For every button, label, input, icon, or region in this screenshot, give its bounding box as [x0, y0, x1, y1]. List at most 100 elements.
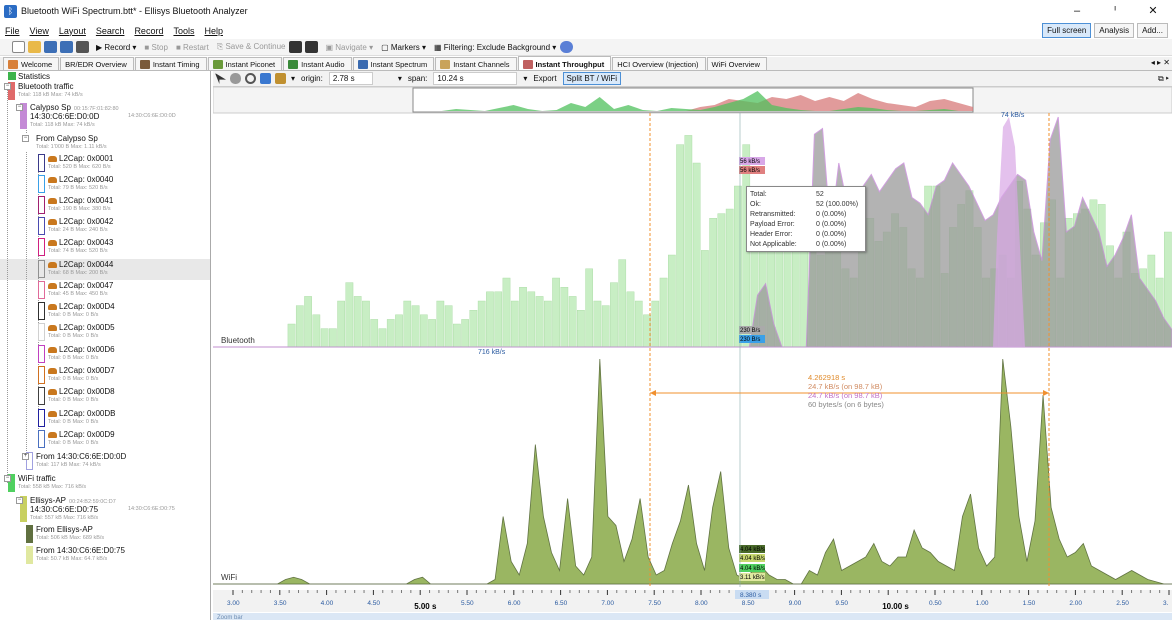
- tree-node-stats: Total: 68 B Max: 200 B/s: [48, 270, 108, 276]
- color-swatch: [38, 238, 45, 256]
- span-unit-dropdown[interactable]: ▾: [523, 74, 527, 83]
- throughput-chart[interactable]: Bluetooth 74 kB/s 56 kB/s 56 kB/s 230 B/s 230…: [213, 87, 1172, 620]
- close-button[interactable]: ✕: [1134, 0, 1172, 22]
- tab-welcome[interactable]: Welcome: [3, 57, 60, 70]
- tab-scroll-arrows[interactable]: ◂ ▸ ✕: [1151, 58, 1170, 67]
- export-button[interactable]: Export: [533, 74, 556, 83]
- hand-icon[interactable]: [230, 73, 241, 84]
- tool-icon[interactable]: [289, 41, 303, 53]
- analysis-button[interactable]: Analysis: [1094, 23, 1135, 38]
- tab-instant-timing[interactable]: Instant Timing: [134, 57, 207, 70]
- expand-toggle[interactable]: +: [22, 453, 29, 460]
- menu-tools[interactable]: Tools: [173, 26, 194, 36]
- tooltip-key: Payload Error:: [750, 220, 795, 228]
- navigate-button[interactable]: ▣ Navigate ▾: [325, 43, 373, 52]
- menu-view[interactable]: View: [30, 26, 49, 36]
- menu-file[interactable]: File: [5, 26, 20, 36]
- collapse-toggle[interactable]: −: [16, 497, 23, 504]
- split-bt-wifi-button[interactable]: Split BT / WiFi: [562, 72, 622, 85]
- tree-node-statistics[interactable]: Statistics: [8, 71, 51, 81]
- tab-instant-throughput[interactable]: Instant Throughput: [517, 56, 612, 70]
- tab-hci-overview[interactable]: HCI Overview (Injection): [612, 57, 706, 70]
- tree-node-l2cap-0x0001[interactable]: L2Cap: 0x0001 Total: 520 B Max: 620 B/s: [38, 153, 113, 172]
- zoom-bar[interactable]: [213, 613, 1172, 620]
- tree-node-from-calypso-sp[interactable]: From Calypso Sp Total: 1'000 B Max: 1.11 …: [26, 133, 107, 152]
- tool-icon[interactable]: [305, 41, 319, 53]
- bluetooth-bar: [676, 144, 684, 348]
- tree-node-l2cap-0x00d9[interactable]: L2Cap: 0x00D9 Total: 0 B Max: 0 B/s: [38, 429, 115, 448]
- stop-button[interactable]: ■ Stop: [144, 43, 168, 52]
- color-swatch: [38, 430, 45, 448]
- tree-node-l2cap-0x0042[interactable]: L2Cap: 0x0042 Total: 24 B Max: 240 B/s: [38, 216, 113, 235]
- tree-node-wifi-traffic[interactable]: WiFi traffic Total: 558 kB Max: 716 kB/s: [8, 473, 86, 492]
- tree-node-l2cap-0x0040[interactable]: L2Cap: 0x0040 Total: 79 B Max: 520 B/s: [38, 174, 113, 193]
- tree-node-l2cap-0x0044[interactable]: L2Cap: 0x0044 Total: 68 B Max: 200 B/s: [38, 259, 113, 278]
- add-view-button[interactable]: Add...: [1137, 23, 1168, 38]
- tree-node-stats: Total: 0 B Max: 0 B/s: [48, 312, 99, 318]
- tree-node-from-14-30-c6-6e-d0-75[interactable]: From 14:30:C6:6E:D0:75 Total: 50.7 kB Max…: [26, 545, 125, 564]
- save-icon[interactable]: [44, 41, 57, 53]
- zoom-icon[interactable]: [245, 73, 256, 84]
- tree-node-bluetooth-traffic[interactable]: Bluetooth traffic Total: 118 kB Max: 74 k…: [8, 81, 83, 100]
- save-continue-button[interactable]: ⎘ Save & Continue: [217, 42, 286, 52]
- markers-button[interactable]: ▢ Markers ▾: [381, 43, 426, 52]
- chart-type-dropdown[interactable]: ▾: [291, 74, 295, 83]
- menu-search[interactable]: Search: [96, 26, 125, 36]
- bt-rate-label: 56 kB/s: [740, 168, 760, 174]
- tree-node-l2cap-0x00d8[interactable]: L2Cap: 0x00D8 Total: 0 B Max: 0 B/s: [38, 386, 115, 405]
- menu-layout[interactable]: Layout: [59, 26, 86, 36]
- collapse-toggle[interactable]: −: [22, 135, 29, 142]
- tree-node-label: From 14:30:C6:6E:D0:0D: [36, 452, 127, 461]
- tree-node-label: Statistics: [18, 72, 51, 81]
- pointer-icon[interactable]: [215, 73, 226, 84]
- bluetooth-bar: [477, 300, 486, 348]
- tree-node-l2cap-0x00d5[interactable]: L2Cap: 0x00D5 Total: 0 B Max: 0 B/s: [38, 322, 115, 341]
- tab-instant-channels[interactable]: Instant Channels: [435, 57, 517, 70]
- bluetooth-bar: [709, 217, 718, 348]
- tree-node-from-ellisys-ap[interactable]: From Ellisys-AP Total: 506 kB Max: 689 kB…: [26, 524, 104, 543]
- filtering-dropdown[interactable]: ▦ Filtering: Exclude Background ▾: [434, 43, 556, 52]
- tree-node-calypso-sp[interactable]: Calypso Sp 00:15:7F:01:82:80 14:30:C6:6E:D…: [20, 102, 176, 129]
- tree-node-l2cap-0x00db[interactable]: L2Cap: 0x00DB Total: 0 B Max: 0 B/s: [38, 408, 115, 427]
- tree-node-l2cap-0x0047[interactable]: L2Cap: 0x0047 Total: 45 B Max: 450 B/s: [38, 280, 113, 299]
- full-screen-button[interactable]: Full screen: [1042, 23, 1092, 38]
- maximize-button[interactable]: ᑊ: [1096, 0, 1134, 22]
- tree-node-l2cap-0x00d6[interactable]: L2Cap: 0x00D6 Total: 0 B Max: 0 B/s: [38, 344, 115, 363]
- tab-instant-audio[interactable]: Instant Audio: [283, 57, 352, 70]
- tab-instant-spectrum[interactable]: Instant Spectrum: [352, 57, 435, 70]
- restart-button[interactable]: ■ Restart: [176, 43, 209, 52]
- tree-node-ellisys-ap[interactable]: Ellisys-AP 00:24:B2:59:0C:D7 14:30:C6:6E:D…: [20, 495, 175, 522]
- collapse-toggle[interactable]: −: [4, 475, 11, 482]
- new-file-icon[interactable]: [12, 41, 25, 53]
- collapse-toggle[interactable]: −: [16, 104, 23, 111]
- chart-type-icon[interactable]: [275, 73, 286, 84]
- origin-input[interactable]: 2.78 s: [328, 72, 373, 85]
- tab-bredr-overview[interactable]: BR/EDR Overview: [60, 57, 134, 70]
- tooltip-value: 0 (0.00%): [816, 240, 847, 248]
- tree-node-l2cap-0x0043[interactable]: L2Cap: 0x0043 Total: 74 B Max: 520 B/s: [38, 237, 113, 256]
- bluetooth-bar: [353, 296, 362, 348]
- tree-node-l2cap-0x00d7[interactable]: L2Cap: 0x00D7 Total: 0 B Max: 0 B/s: [38, 365, 115, 384]
- collapse-toggle[interactable]: −: [4, 83, 11, 90]
- tree-node-l2cap-0x0041[interactable]: L2Cap: 0x0041 Total: 190 B Max: 380 B/s: [38, 195, 113, 214]
- tree-node-l2cap-0x00d4[interactable]: L2Cap: 0x00D4 Total: 0 B Max: 0 B/s: [38, 301, 115, 320]
- wifi-rate-label: 3.11 kB/s: [740, 575, 765, 581]
- span-dropdown[interactable]: ▾: [398, 74, 402, 83]
- copy-icon[interactable]: ⧉ ▸: [1158, 74, 1169, 84]
- tree-node-from-14-30-c6-6e-d0-0d[interactable]: From 14:30:C6:6E:D0:0D Total: 117 kB Max:…: [26, 451, 127, 470]
- menu-record[interactable]: Record: [134, 26, 163, 36]
- layout-icon[interactable]: [260, 73, 271, 84]
- tab-instant-piconet[interactable]: Instant Piconet: [207, 57, 283, 70]
- save-all-icon[interactable]: [60, 41, 73, 53]
- time-axis-label: 4.50: [367, 600, 380, 607]
- span-input[interactable]: 10.24 s: [433, 72, 518, 85]
- bluetooth-bar: [601, 305, 610, 348]
- tab-wifi-overview[interactable]: WiFi Overview: [706, 57, 767, 70]
- binoculars-icon[interactable]: [76, 41, 89, 53]
- menu-help[interactable]: Help: [204, 26, 223, 36]
- record-button[interactable]: ▶ Record ▾: [96, 43, 136, 52]
- minimize-button[interactable]: –: [1058, 0, 1096, 22]
- filter-settings-icon[interactable]: [560, 41, 574, 53]
- bt-rate-label: 230 B/s: [740, 328, 760, 334]
- open-folder-icon[interactable]: [28, 41, 41, 53]
